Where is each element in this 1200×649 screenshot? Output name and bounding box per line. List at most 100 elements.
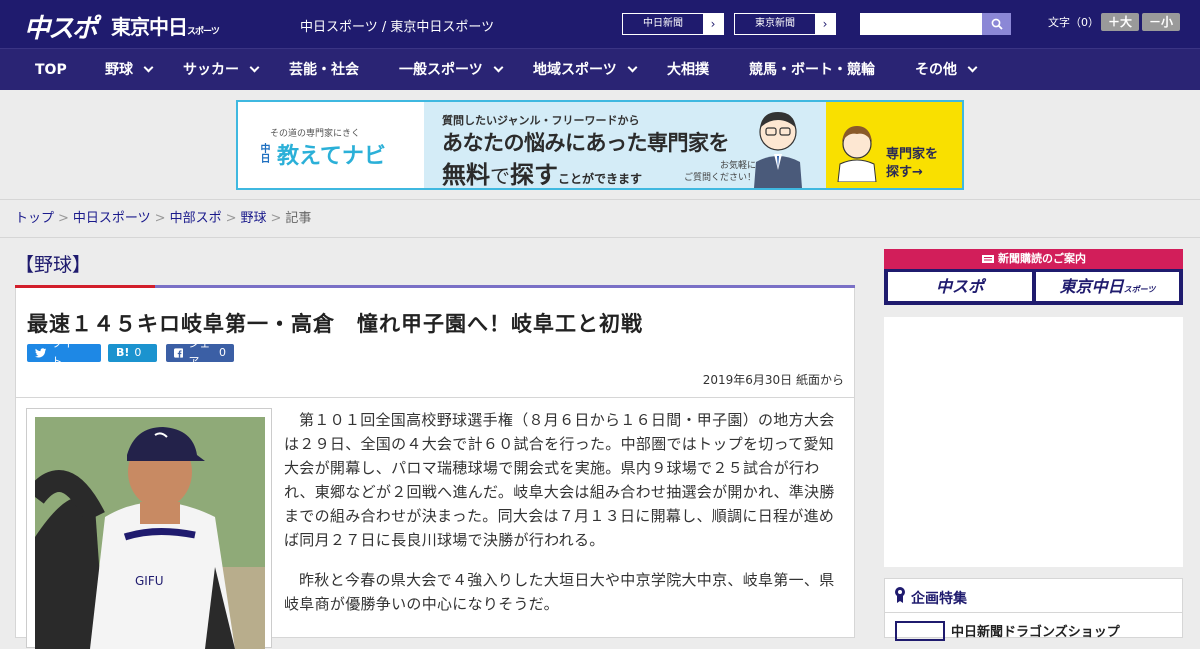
site-header: 中スポ 東京中日スポーツ 中日スポーツ / 東京中日スポーツ 中日新聞 › 東京…	[0, 0, 1200, 48]
breadcrumb-separator: >	[154, 211, 166, 226]
text-size-up-button[interactable]: ＋大	[1101, 13, 1139, 31]
breadcrumb-chubu-sports[interactable]: 中部スポ	[170, 211, 222, 226]
nav-label: その他	[915, 62, 957, 78]
nav-soccer[interactable]: サッカー	[183, 49, 260, 91]
nav-regional-sports[interactable]: 地域スポーツ	[533, 49, 638, 91]
hatena-icon: B!	[116, 346, 130, 359]
nav-label: 野球	[105, 62, 133, 78]
banner-de: で	[490, 164, 510, 188]
newspaper-icon	[982, 255, 994, 263]
nav-top[interactable]: TOP	[35, 49, 67, 91]
nav-sumo[interactable]: 大相撲	[667, 49, 709, 91]
nav-other[interactable]: その他	[915, 49, 978, 91]
subscribe-tokyo-chunichi-button[interactable]: 東京中日スポーツ	[1036, 272, 1179, 301]
chevron-down-icon	[967, 62, 978, 73]
main-nav: TOP 野球 サッカー 芸能・社会 一般スポーツ 地域スポーツ 大相撲 競馬・ボ…	[0, 48, 1200, 90]
sidebar-ad-slot	[884, 317, 1183, 567]
hatena-bookmark-button[interactable]: B! 0	[108, 344, 157, 362]
breadcrumb-separator: >	[225, 211, 237, 226]
article-header: 最速１４５キロ岐阜第一・高倉 憧れ甲子園へ！岐阜工と初戦 ツイート B! 0 シ…	[15, 288, 855, 398]
banner-cta-text: 専門家を探す→	[886, 146, 938, 182]
subscription-header: 新聞購読のご案内	[884, 249, 1183, 269]
tokyo-link-label: 東京新聞	[735, 14, 815, 34]
article-date: 2019年6月30日 紙面から	[702, 373, 844, 387]
subscription-header-label: 新聞購読のご案内	[998, 252, 1086, 265]
breadcrumb: トップ > 中日スポーツ > 中部スポ > 野球 > 記事	[0, 200, 1200, 238]
subscribe-chuspo-button[interactable]: 中スポ	[888, 272, 1032, 301]
nav-general-sports[interactable]: 一般スポーツ	[399, 49, 504, 91]
svg-text:GIFU: GIFU	[135, 574, 164, 588]
tokyo-logo-text: 東京中日	[111, 15, 188, 39]
sub-tokyo-label: 東京中日	[1059, 277, 1124, 296]
pitcher-photo-icon: GIFU	[35, 417, 265, 649]
banner-area: その道の専門家にきく 中日 教えてナビ 質問したいジャンル・フリーワードから あな…	[0, 90, 1200, 200]
search-input[interactable]	[860, 13, 982, 35]
article-paragraph: 昨秋と今春の県大会で４強入りした大垣日大や中京学院大中京、岐阜第一、県岐阜商が優…	[284, 571, 835, 613]
banner-logo-area: その道の専門家にきく 中日 教えてナビ	[238, 102, 424, 188]
nav-label: TOP	[35, 62, 67, 78]
cta-line2: 探す→	[886, 165, 923, 180]
chevron-down-icon	[493, 62, 504, 73]
chevron-right-icon: ›	[815, 14, 835, 34]
chevron-right-icon: ›	[703, 14, 723, 34]
breadcrumb-chunichi-sports[interactable]: 中日スポーツ	[73, 211, 151, 226]
banner-logo-chu: 中日	[258, 143, 269, 163]
subscription-box: 新聞購読のご案内 中スポ 東京中日スポーツ	[884, 249, 1183, 305]
banner-can: ことができます	[558, 172, 643, 186]
breadcrumb-separator: >	[58, 211, 69, 226]
chevron-down-icon	[627, 62, 638, 73]
cta-line1: 専門家を	[886, 147, 939, 162]
banner-line2: あなたの悩みにあった専門家を	[442, 131, 730, 155]
nav-label: 一般スポーツ	[399, 62, 483, 78]
chunichi-shimbun-link[interactable]: 中日新聞 ›	[622, 13, 724, 35]
nav-label: 競馬・ボート・競輪	[749, 62, 875, 78]
search-icon	[991, 18, 1003, 30]
breadcrumb-baseball[interactable]: 野球	[241, 211, 267, 226]
banner-free: 無料	[442, 161, 490, 189]
feature-header: 企画特集	[885, 579, 1182, 613]
tokyo-logo-sub: スポーツ	[187, 27, 220, 37]
sub-tokyo-small: スポーツ	[1123, 285, 1156, 294]
site-names: 中日スポーツ / 東京中日スポーツ	[300, 20, 495, 35]
article-body: GIFU 第１０１回全国高校野球選手権（８月６日から１６日間・甲子園）の地方大会…	[15, 398, 855, 649]
banner-line1: 質問したいジャンル・フリーワードから	[442, 114, 640, 127]
oshiete-navi-logo: 中日 教えてナビ	[256, 138, 401, 170]
article-paragraph: 第１０１回全国高校野球選手権（８月６日から１６日間・甲子園）の地方大会は２９日、…	[284, 411, 835, 549]
banner-search: 探す	[510, 161, 558, 189]
chevron-down-icon	[249, 62, 260, 73]
banner-logo-text: 教えてナビ	[277, 144, 386, 169]
article-photo[interactable]: GIFU	[35, 417, 265, 649]
banner-line3: 無料で探すことができます	[442, 155, 643, 189]
text-size-down-button[interactable]: －小	[1142, 13, 1180, 31]
breadcrumb-separator: >	[270, 211, 282, 226]
nav-label: サッカー	[183, 62, 239, 78]
text-size-label: 文字（0）	[1048, 16, 1099, 29]
breadcrumb-top[interactable]: トップ	[15, 211, 54, 226]
feature-thumbnail[interactable]	[895, 621, 945, 641]
nav-entertainment[interactable]: 芸能・社会	[289, 49, 359, 91]
oshiete-navi-banner[interactable]: その道の専門家にきく 中日 教えてナビ 質問したいジャンル・フリーワードから あな…	[236, 100, 964, 190]
nav-racing[interactable]: 競馬・ボート・競輪	[749, 49, 875, 91]
feature-box: 企画特集 中日新聞ドラゴンズショップ	[884, 578, 1183, 641]
feature-label: 企画特集	[911, 591, 967, 607]
facebook-share-button[interactable]: シェア 0	[166, 337, 234, 368]
nav-baseball[interactable]: 野球	[105, 49, 154, 91]
search-button[interactable]	[982, 13, 1011, 35]
tokyo-chunichi-logo[interactable]: 東京中日スポーツ	[111, 11, 220, 40]
feature-item-link[interactable]: 中日新聞ドラゴンズショップ	[951, 621, 1120, 640]
expert-illustration-icon	[754, 112, 802, 188]
chunichi-link-label: 中日新聞	[623, 14, 703, 34]
badge-icon	[895, 587, 905, 603]
banner-cta[interactable]: 専門家を探す→	[826, 102, 962, 188]
share-label: シェア	[188, 337, 211, 368]
chuspo-logo[interactable]: 中スポ	[24, 8, 98, 45]
twitter-icon	[35, 348, 47, 358]
facebook-icon	[174, 348, 184, 358]
tweet-button[interactable]: ツイート	[27, 337, 101, 368]
chevron-down-icon	[143, 62, 154, 73]
category-heading: 【野球】	[15, 248, 855, 288]
article-title: 最速１４５キロ岐阜第一・高倉 憧れ甲子園へ！岐阜工と初戦	[27, 312, 643, 336]
tokyo-shimbun-link[interactable]: 東京新聞 ›	[734, 13, 836, 35]
hatena-count: 0	[134, 346, 142, 359]
share-count: 0	[219, 346, 226, 359]
